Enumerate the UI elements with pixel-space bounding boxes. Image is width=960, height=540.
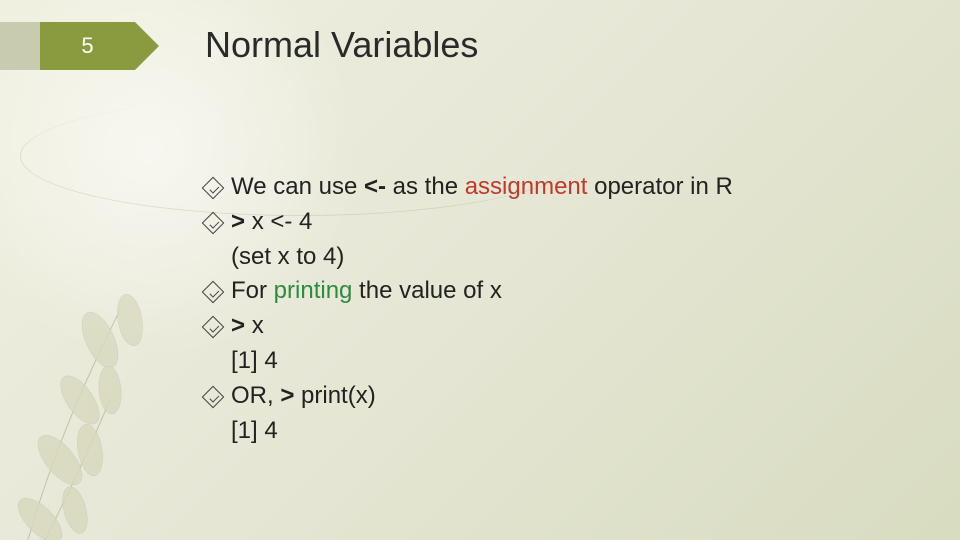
bullet-text: For printing the value of x [231, 274, 502, 309]
page-number-box: 5 [40, 22, 135, 70]
tab-stripe [0, 22, 40, 70]
bullet-subtext: [1] 4 [231, 414, 900, 449]
diamond-bullet-icon [202, 385, 225, 408]
bullet-subtext: [1] 4 [231, 344, 900, 379]
diamond-bullet-icon [202, 211, 225, 234]
bullet-item: > x [205, 309, 900, 344]
bullet-subtext: (set x to 4) [231, 240, 900, 275]
bullet-item: OR, > print(x) [205, 379, 900, 414]
diamond-bullet-icon [202, 316, 225, 339]
slide-body: We can use <- as the assignment operator… [205, 170, 900, 448]
bullet-item: We can use <- as the assignment operator… [205, 170, 900, 205]
slide-title: Normal Variables [205, 24, 478, 66]
bullet-text: > x [231, 309, 264, 344]
page-number: 5 [81, 33, 93, 59]
diamond-bullet-icon [202, 281, 225, 304]
page-number-tab: 5 [0, 22, 135, 70]
bullet-item: > x <- 4 [205, 205, 900, 240]
bullet-text: We can use <- as the assignment operator… [231, 170, 733, 205]
bullet-text: OR, > print(x) [231, 379, 376, 414]
bullet-item: For printing the value of x [205, 274, 900, 309]
bullet-text: > x <- 4 [231, 205, 312, 240]
diamond-bullet-icon [202, 177, 225, 200]
